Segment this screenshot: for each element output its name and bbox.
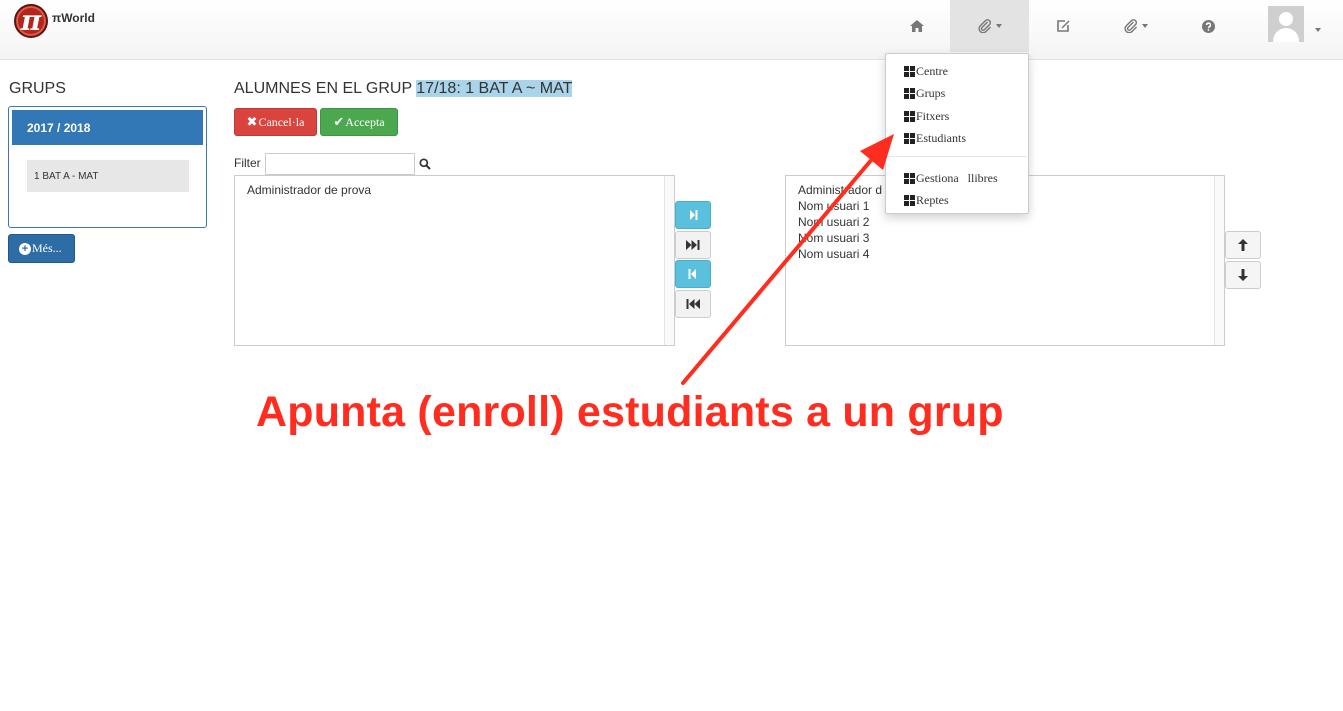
annotation-caption: Apunta (enroll) estudiants a un grup	[256, 388, 1004, 436]
annotation-arrow	[681, 134, 894, 385]
